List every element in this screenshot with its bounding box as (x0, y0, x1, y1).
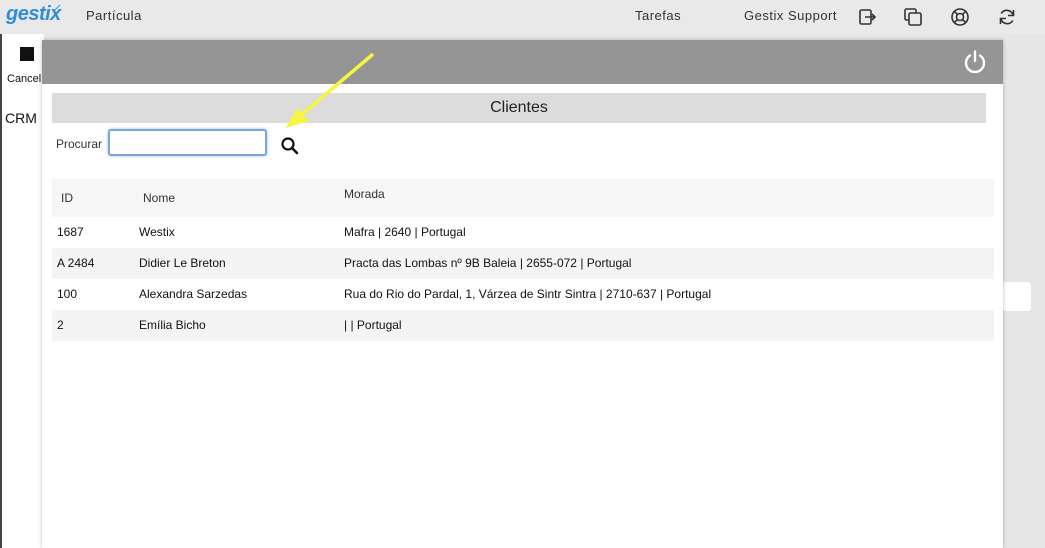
clients-table: ID Nome Morada 1687 Westix Mafra | 2640 … (52, 179, 994, 341)
cell-name: Alexandra Sarzedas (139, 287, 248, 301)
cell-id: 100 (57, 287, 78, 301)
table-header: ID Nome Morada (52, 179, 994, 217)
cell-address: Mafra | 2640 | Portugal (344, 225, 466, 239)
background-cancel-text: Cancel (7, 73, 42, 85)
table-row[interactable]: 1687 Westix Mafra | 2640 | Portugal (52, 217, 994, 248)
table-row[interactable]: 100 Alexandra Sarzedas Rua do Rio do Par… (52, 279, 994, 310)
logo-swoosh-icon: ✓ (50, 1, 61, 16)
search-label: Procurar (56, 137, 103, 151)
column-header-address[interactable]: Morada (344, 187, 385, 201)
cell-name: Emília Bicho (139, 318, 206, 332)
column-header-id[interactable]: ID (61, 191, 73, 205)
cell-address: | | Portugal (344, 318, 402, 332)
cell-name: Westix (139, 225, 175, 239)
background-field (1003, 282, 1031, 311)
app-name-link[interactable]: Partícula (86, 8, 142, 23)
search-icon[interactable] (280, 136, 300, 156)
cell-id: A 2484 (57, 256, 95, 270)
cell-address: Rua do Rio do Pardal, 1, Várzea de Sintr… (344, 287, 712, 301)
search-input[interactable] (108, 129, 267, 156)
cell-id: 2 (57, 318, 64, 332)
modal-header (42, 40, 1003, 84)
column-header-name[interactable]: Nome (143, 191, 175, 205)
exit-icon[interactable] (857, 7, 877, 27)
table-row[interactable]: 2 Emília Bicho | | Portugal (52, 310, 994, 341)
cell-id: 1687 (57, 225, 84, 239)
lifebuoy-icon[interactable] (950, 7, 970, 27)
background-crm-text: CRM (5, 110, 37, 126)
top-bar: gestix ✓ Partícula Tarefas Gestix Suppor… (0, 0, 1045, 34)
stop-icon[interactable] (20, 47, 34, 61)
refresh-icon[interactable] (997, 7, 1017, 27)
table-row[interactable]: A 2484 Didier Le Breton Practa das Lomba… (52, 248, 994, 279)
cell-name: Didier Le Breton (139, 256, 226, 270)
windows-icon[interactable] (903, 7, 923, 27)
power-icon[interactable] (962, 49, 988, 75)
tasks-link[interactable]: Tarefas (635, 8, 681, 23)
modal-title: Clientes (52, 93, 986, 123)
clients-modal: Clientes Procurar ID Nome Morada 1687 We… (42, 40, 1003, 548)
user-menu[interactable]: Gestix Support (744, 8, 837, 23)
cell-address: Practa das Lombas nº 9B Baleia | 2655-07… (344, 256, 632, 270)
